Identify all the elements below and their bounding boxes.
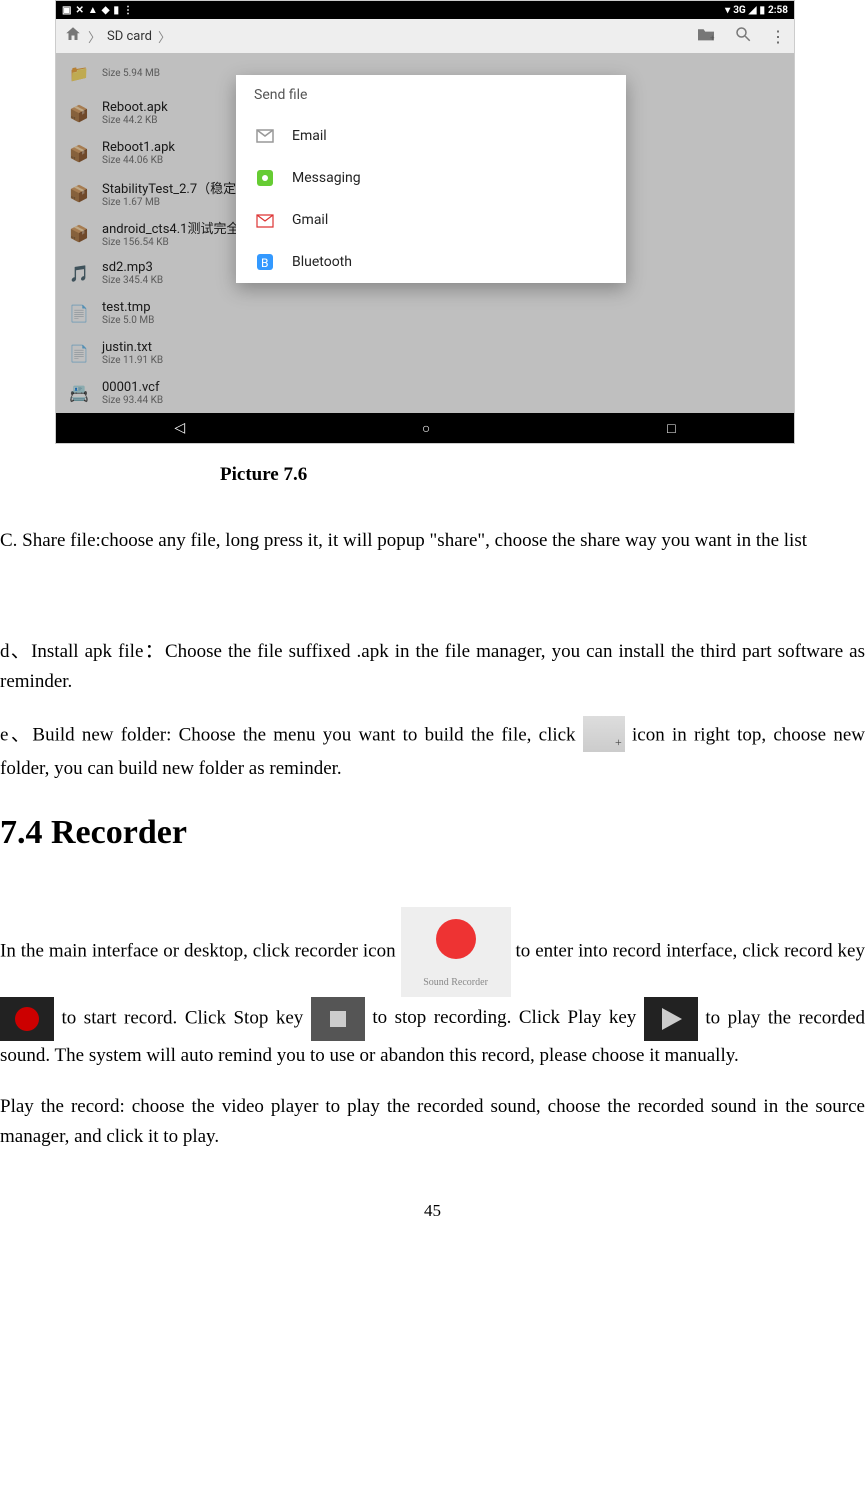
breadcrumb-item[interactable]: SD card (107, 29, 152, 44)
share-app-icon (254, 209, 276, 231)
recent-icon[interactable]: □ (667, 420, 675, 437)
breadcrumb-bar: 〉 SD card 〉 + ⋮ (56, 19, 794, 53)
svg-text:+: + (710, 33, 715, 42)
share-app-icon (254, 167, 276, 189)
page-number: 45 (0, 1201, 865, 1221)
recorder-paragraph: In the main interface or desktop, click … (0, 907, 865, 1070)
share-option[interactable]: Email (236, 115, 626, 157)
rec-text-1: In the main interface or desktop, click … (0, 940, 401, 961)
share-app-icon: B (254, 251, 276, 273)
sound-recorder-app-icon: Sound Recorder (401, 907, 511, 997)
overflow-menu-icon[interactable]: ⋮ (770, 27, 786, 46)
battery-icon: ▮ (759, 5, 765, 16)
share-app-icon (254, 125, 276, 147)
rec-text-5: to stop recording. Click Play key (372, 1007, 643, 1028)
share-option[interactable]: Gmail (236, 199, 626, 241)
home-icon[interactable] (64, 25, 82, 48)
search-icon[interactable] (734, 25, 752, 47)
signal-icon: ◢ (749, 5, 757, 16)
record-key-icon (0, 997, 54, 1041)
android-screenshot: ▣ ✕ ▲ ◆ ▮ ⋮ ▾ 3G ◢ ▮ 2:58 〉 SD card 〉 (55, 0, 795, 444)
file-list: 📁Size 5.94 MB📦Reboot.apkSize 44.2 KB📦Reb… (56, 53, 794, 413)
recorder-paragraph-2: Play the record: choose the video player… (0, 1092, 865, 1151)
share-app-label: Messaging (292, 170, 361, 186)
paragraph-c: C. Share file:choose any file, long pres… (0, 526, 865, 555)
share-option[interactable]: Messaging (236, 157, 626, 199)
chevron-right-icon: 〉 (88, 27, 101, 46)
notification-icon: ⋮ (123, 5, 133, 16)
figure-caption: Picture 7.6 (220, 464, 865, 486)
network-label: 3G (733, 5, 746, 16)
notification-icon: ▲ (88, 5, 98, 16)
paragraph-e-text-1: e、Build new folder: Choose the menu you … (0, 725, 583, 746)
home-nav-icon[interactable]: ○ (422, 420, 430, 437)
play-key-icon (644, 997, 698, 1041)
paragraph-d: d、Install apk file：Choose the file suffi… (0, 637, 865, 696)
stop-key-icon (311, 997, 365, 1041)
share-app-label: Bluetooth (292, 254, 352, 270)
navigation-bar: ◁ ○ □ (56, 413, 794, 443)
rec-text-2: to enter into record interface, (516, 940, 743, 961)
notification-icon: ▣ (62, 5, 71, 16)
dialog-title: Send file (236, 75, 626, 115)
send-file-dialog: Send file Email Messaging Gmail B Bluetooth (236, 75, 626, 283)
chevron-right-icon: 〉 (158, 27, 171, 46)
new-folder-inline-icon (583, 716, 625, 752)
share-option[interactable]: B Bluetooth (236, 241, 626, 283)
paragraph-e: e、Build new folder: Choose the menu you … (0, 718, 865, 783)
notification-icon: ✕ (75, 5, 83, 16)
share-app-label: Gmail (292, 212, 328, 228)
section-heading: 7.4 Recorder (0, 814, 865, 852)
back-icon[interactable]: ◁ (174, 420, 185, 436)
new-folder-icon[interactable]: + (696, 26, 716, 46)
svg-text:B: B (261, 256, 268, 270)
notification-icon: ▮ (113, 5, 119, 16)
share-app-label: Email (292, 128, 327, 144)
notification-icon: ◆ (102, 5, 110, 16)
clock-label: 2:58 (768, 5, 788, 16)
rec-text-4: to start record. Click Stop key (62, 1007, 311, 1028)
status-bar: ▣ ✕ ▲ ◆ ▮ ⋮ ▾ 3G ◢ ▮ 2:58 (56, 1, 794, 19)
rec-text-3: click record key (742, 940, 865, 961)
wifi-icon: ▾ (725, 5, 730, 16)
